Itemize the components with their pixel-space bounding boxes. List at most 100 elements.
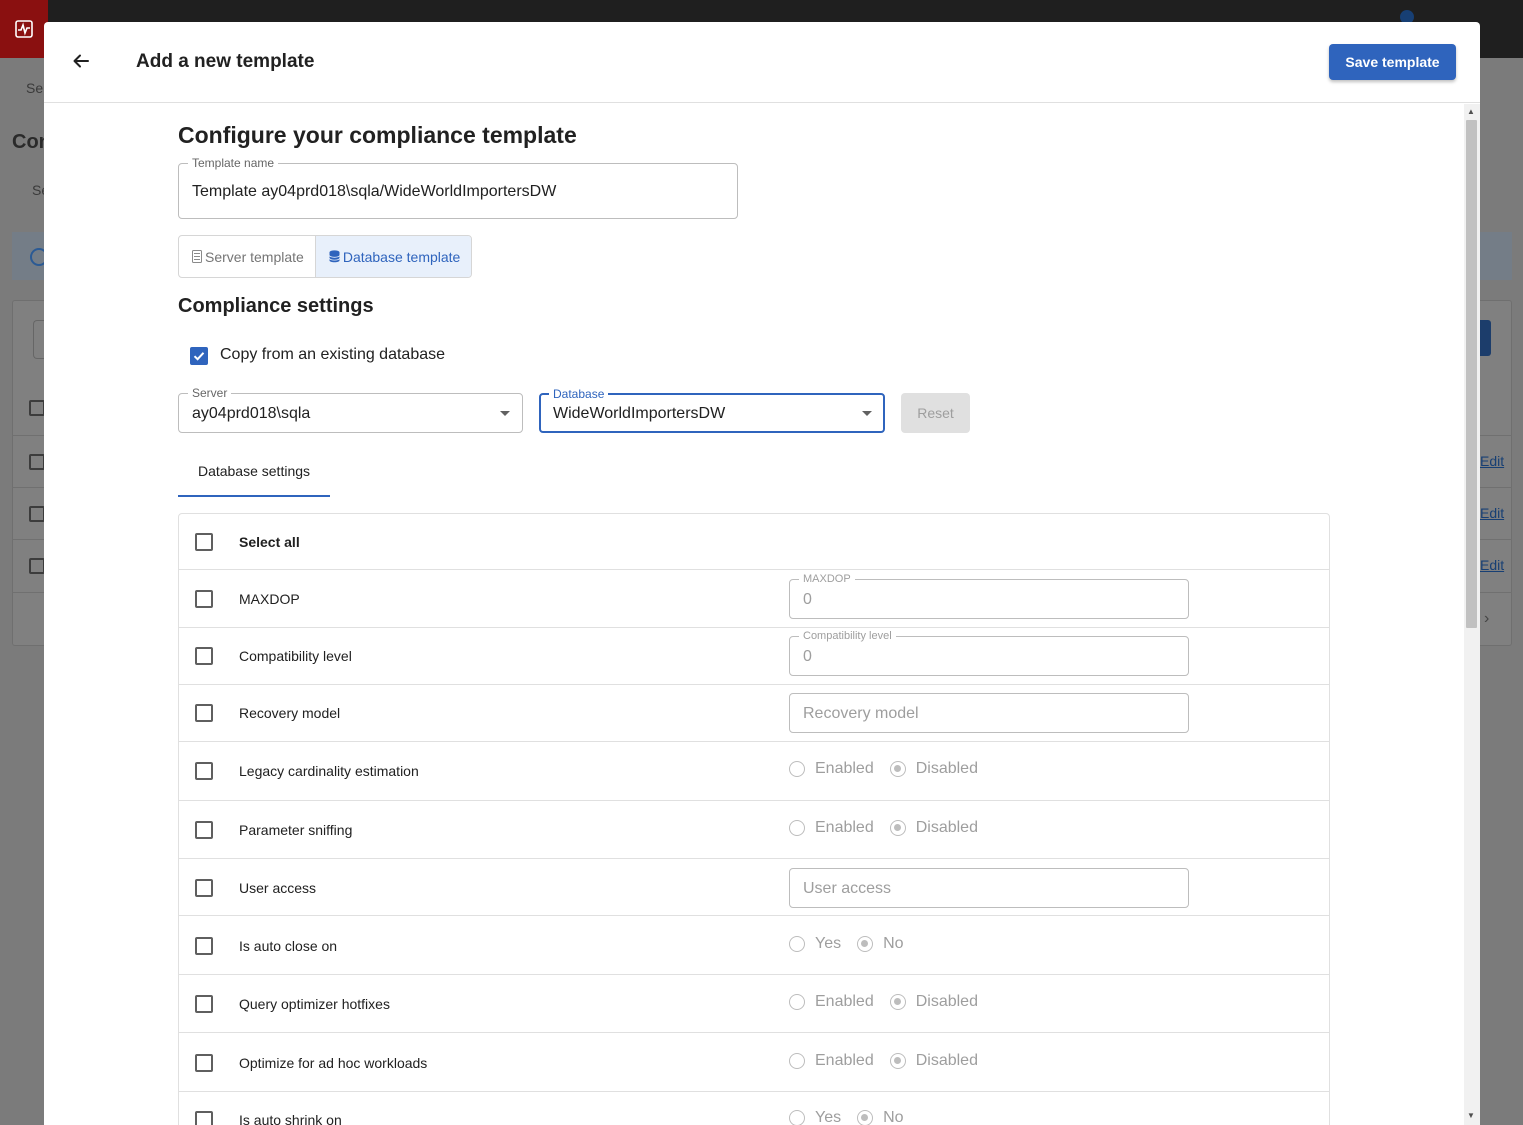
compatibility-level-field[interactable]: Compatibility level 0 [789,629,1189,676]
setting-row-user-access: User access User access [179,859,1329,916]
background-add-button [1480,320,1491,356]
select-all-checkbox[interactable] [195,533,213,551]
setting-row-recovery-model: Recovery model Recovery model [179,685,1329,742]
radio-yes-label: Yes [815,1109,842,1125]
radio-enabled[interactable] [789,820,805,836]
database-select[interactable]: Database WideWorldImportersDW [539,387,885,433]
recovery-model-field[interactable]: Recovery model [789,693,1189,733]
setting-checkbox[interactable] [195,647,213,665]
dialog-header: Add a new template Save template [44,22,1480,103]
app-logo [0,0,48,58]
radio-enabled[interactable] [789,1053,805,1069]
radio-no[interactable] [857,1110,874,1125]
radio-no[interactable] [857,936,874,952]
back-button[interactable] [66,46,96,76]
template-name-label: Template name [188,156,279,170]
server-select-label: Server [188,386,232,400]
database-template-label: Database template [342,248,461,265]
background-edit-link: Edit [1480,557,1505,573]
setting-checkbox[interactable] [195,995,213,1013]
copy-existing-checkbox[interactable] [190,347,208,365]
radio-enabled[interactable] [789,761,805,777]
template-name-value[interactable]: Template ay04prd018\sqla/WideWorldImport… [192,183,556,201]
radio-enabled-label: Enabled [815,819,874,836]
setting-label: Optimize for ad hoc workloads [239,1055,428,1071]
server-template-toggle[interactable]: Server template [179,236,315,277]
scroll-down-arrow[interactable]: ▼ [1467,1111,1475,1120]
reset-button[interactable]: Reset [901,393,970,433]
compatibility-level-field-label: Compatibility level [799,629,896,643]
radio-disabled-label: Disabled [915,993,978,1010]
radio-disabled[interactable] [889,820,906,836]
database-template-toggle[interactable]: Database template [314,236,472,277]
setting-checkbox[interactable] [195,1111,213,1125]
radio-enabled-label: Enabled [815,760,874,777]
template-name-field[interactable]: Template name Template ay04prd018\sqla/W… [178,156,738,219]
setting-checkbox[interactable] [195,879,213,897]
template-type-toggle: Server template Database template [178,235,473,278]
radio-enabled-label: Enabled [815,1052,874,1069]
section-title: Configure your compliance template [178,122,577,148]
setting-checkbox[interactable] [195,762,213,780]
setting-row-compatibility-level: Compatibility level Compatibility level … [179,628,1329,685]
radio-disabled-label: Disabled [915,819,978,836]
auto-close-radio-group: Yes No [789,935,920,953]
setting-row-auto-shrink: Is auto shrink on Yes No [179,1092,1329,1125]
background-breadcrumb: Se [26,80,44,96]
setting-checkbox[interactable] [195,1054,213,1072]
auto-shrink-radio-group: Yes No [789,1109,920,1125]
setting-label: Parameter sniffing [239,822,353,838]
scroll-up-arrow[interactable]: ▲ [1467,107,1475,116]
tab-database-settings[interactable]: Database settings [178,455,330,497]
save-template-button[interactable]: Save template [1329,44,1456,80]
setting-label: Is auto close on [239,938,338,954]
radio-yes[interactable] [789,1110,805,1125]
compliance-settings-title: Compliance settings [178,295,374,317]
setting-row-auto-close: Is auto close on Yes No [179,916,1329,975]
dialog-title: Add a new template [136,51,315,72]
legacy-cardinality-radio-group: Enabled Disabled [789,760,994,778]
setting-label: Legacy cardinality estimation [239,763,419,779]
radio-disabled-label: Disabled [915,1052,978,1069]
setting-checkbox[interactable] [195,590,213,608]
setting-row-query-optimizer-hotfixes: Query optimizer hotfixes Enabled Disable… [179,975,1329,1033]
query-optimizer-radio-group: Enabled Disabled [789,993,994,1011]
setting-label: User access [239,880,317,896]
scrollbar-thumb[interactable] [1466,120,1477,628]
setting-label: Is auto shrink on [239,1112,342,1125]
dropdown-arrow-icon [862,411,872,416]
radio-disabled[interactable] [889,1053,906,1069]
setting-row-parameter-sniffing: Parameter sniffing Enabled Disabled [179,801,1329,859]
maxdop-field[interactable]: MAXDOP 0 [789,572,1189,619]
setting-label: MAXDOP [239,591,300,607]
setting-row-legacy-cardinality: Legacy cardinality estimation Enabled Di… [179,742,1329,801]
setting-label: Query optimizer hotfixes [239,996,390,1012]
checkmark-icon [193,352,205,361]
server-select[interactable]: Server ay04prd018\sqla [178,386,523,433]
radio-disabled[interactable] [889,761,906,777]
setting-checkbox[interactable] [195,937,213,955]
database-select-value: WideWorldImportersDW [553,405,726,422]
recovery-model-placeholder: Recovery model [803,705,919,722]
radio-no-label: No [883,935,904,952]
dropdown-arrow-icon [500,411,510,416]
copy-existing-label: Copy from an existing database [220,346,446,363]
maxdop-field-value: 0 [803,591,812,608]
setting-checkbox[interactable] [195,821,213,839]
radio-disabled[interactable] [889,994,906,1010]
background-edit-link: Edit [1480,453,1505,469]
setting-row-optimize-ad-hoc: Optimize for ad hoc workloads Enabled Di… [179,1033,1329,1092]
radio-enabled[interactable] [789,994,805,1010]
optimize-ad-hoc-radio-group: Enabled Disabled [789,1052,994,1070]
radio-no-label: No [883,1109,904,1125]
radio-yes-label: Yes [815,935,842,952]
background-edit-link: Edit [1480,505,1505,521]
server-template-label: Server template [205,248,304,265]
background-row-checkbox [29,506,45,522]
user-access-field[interactable]: User access [789,868,1189,908]
setting-checkbox[interactable] [195,704,213,722]
radio-yes[interactable] [789,936,805,952]
background-row-checkbox [29,558,45,574]
chevron-right-icon: › [1484,610,1490,627]
parameter-sniffing-radio-group: Enabled Disabled [789,819,994,837]
